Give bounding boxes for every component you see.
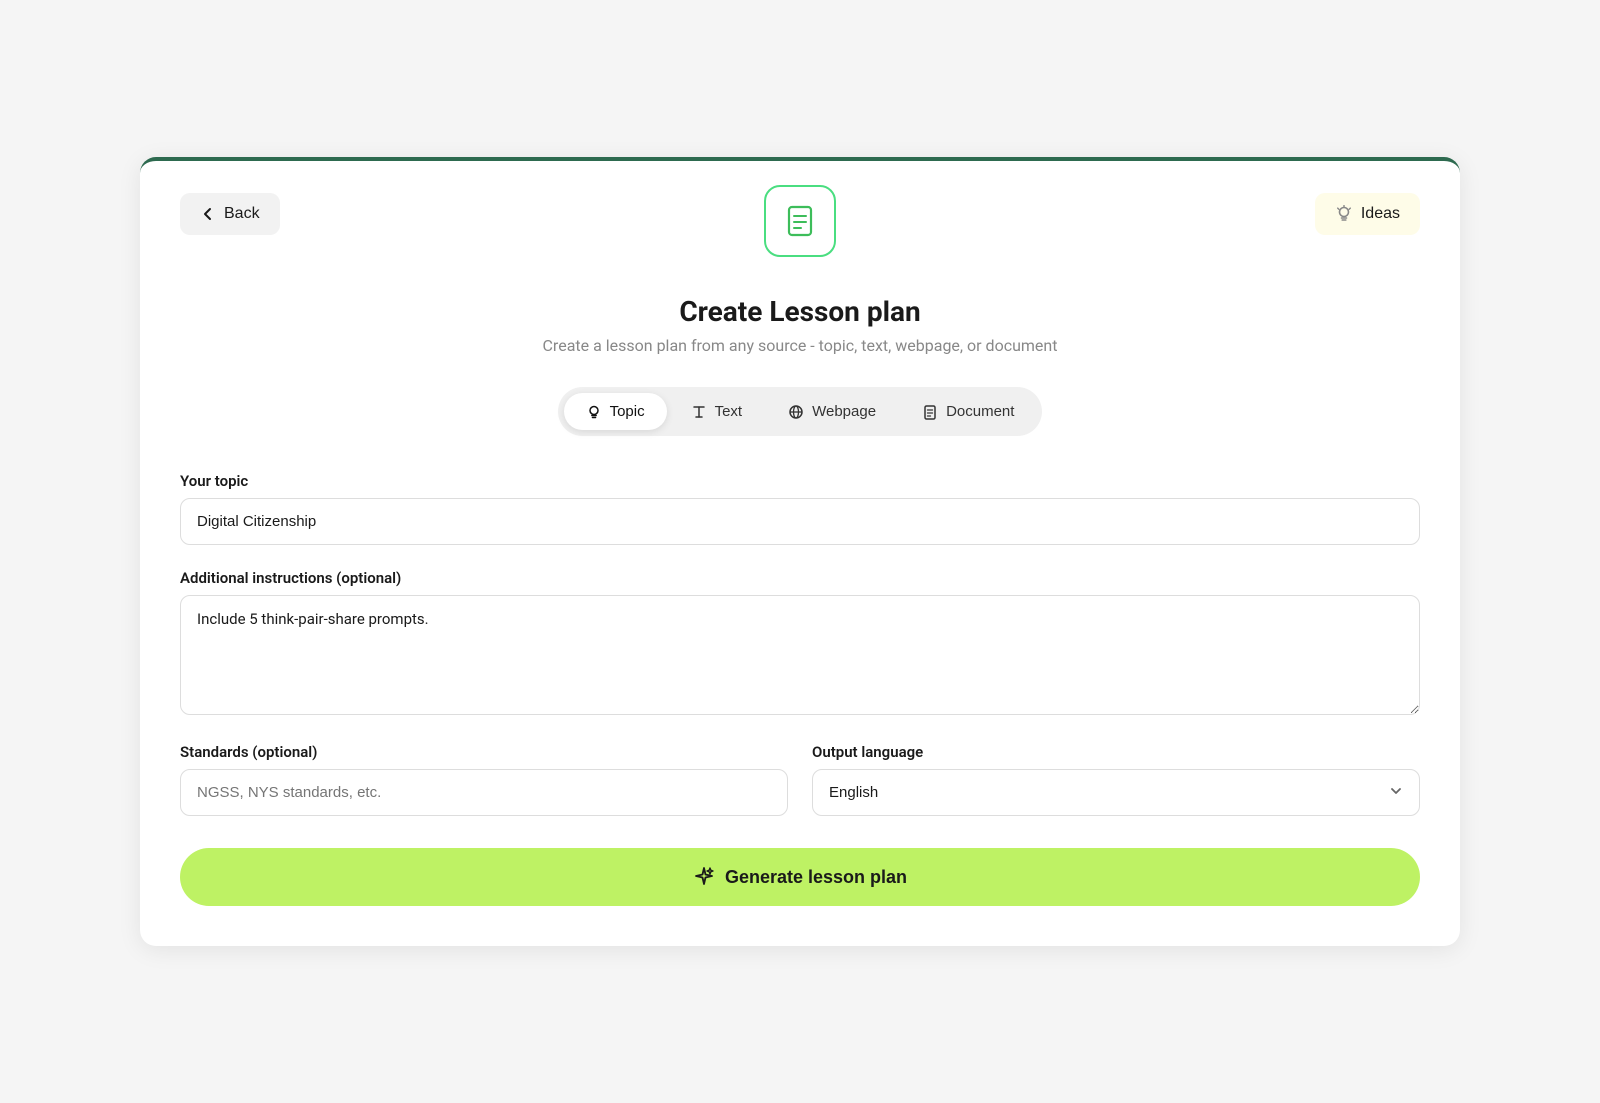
- tab-webpage-label: Webpage: [812, 403, 876, 420]
- back-button[interactable]: Back: [180, 193, 280, 235]
- standards-label: Standards (optional): [180, 743, 788, 761]
- language-select-wrapper: English Spanish French German Portuguese…: [812, 769, 1420, 816]
- tab-text[interactable]: Text: [669, 393, 765, 430]
- page-subtitle: Create a lesson plan from any source - t…: [180, 336, 1420, 355]
- topic-label: Your topic: [180, 472, 1420, 490]
- back-arrow-icon: [200, 206, 216, 222]
- tab-text-label: Text: [715, 403, 743, 420]
- ideas-button[interactable]: Ideas: [1315, 193, 1420, 235]
- topic-input[interactable]: [180, 498, 1420, 545]
- document-icon-box: [764, 185, 836, 257]
- generate-label: Generate lesson plan: [725, 867, 907, 888]
- tab-topic-label: Topic: [610, 403, 645, 420]
- language-select[interactable]: English Spanish French German Portuguese…: [812, 769, 1420, 816]
- two-col-row: Standards (optional) Output language Eng…: [180, 743, 1420, 816]
- instructions-label: Additional instructions (optional): [180, 569, 1420, 587]
- ideas-label: Ideas: [1361, 205, 1400, 223]
- topic-lightbulb-icon: [586, 404, 602, 420]
- form-section: Your topic Additional instructions (opti…: [180, 472, 1420, 906]
- globe-icon: [788, 404, 804, 420]
- tab-group: Topic Text Webpage: [180, 387, 1420, 436]
- instructions-textarea[interactable]: Include 5 think-pair-share prompts.: [180, 595, 1420, 715]
- lightbulb-icon: [1335, 205, 1353, 223]
- language-label: Output language: [812, 743, 1420, 761]
- standards-input[interactable]: [180, 769, 788, 816]
- tab-bar: Topic Text Webpage: [558, 387, 1043, 436]
- tab-topic[interactable]: Topic: [564, 393, 667, 430]
- lesson-plan-icon: [782, 203, 818, 239]
- instructions-field-group: Additional instructions (optional) Inclu…: [180, 569, 1420, 719]
- tab-document-label: Document: [946, 403, 1014, 420]
- document-tab-icon: [922, 404, 938, 420]
- page-title-section: Create Lesson plan Create a lesson plan …: [180, 295, 1420, 355]
- tab-webpage[interactable]: Webpage: [766, 393, 898, 430]
- generate-button[interactable]: Generate lesson plan: [180, 848, 1420, 906]
- back-label: Back: [224, 205, 260, 223]
- center-icon-wrapper: [764, 185, 836, 257]
- page-title: Create Lesson plan: [180, 295, 1420, 328]
- top-bar: Back Ideas: [180, 193, 1420, 235]
- sparkle-icon: [693, 866, 715, 888]
- tab-document[interactable]: Document: [900, 393, 1036, 430]
- text-icon: [691, 404, 707, 420]
- topic-field-group: Your topic: [180, 472, 1420, 545]
- language-field-group: Output language English Spanish French G…: [812, 743, 1420, 816]
- main-container: Back Ideas Create: [140, 157, 1460, 946]
- standards-field-group: Standards (optional): [180, 743, 788, 816]
